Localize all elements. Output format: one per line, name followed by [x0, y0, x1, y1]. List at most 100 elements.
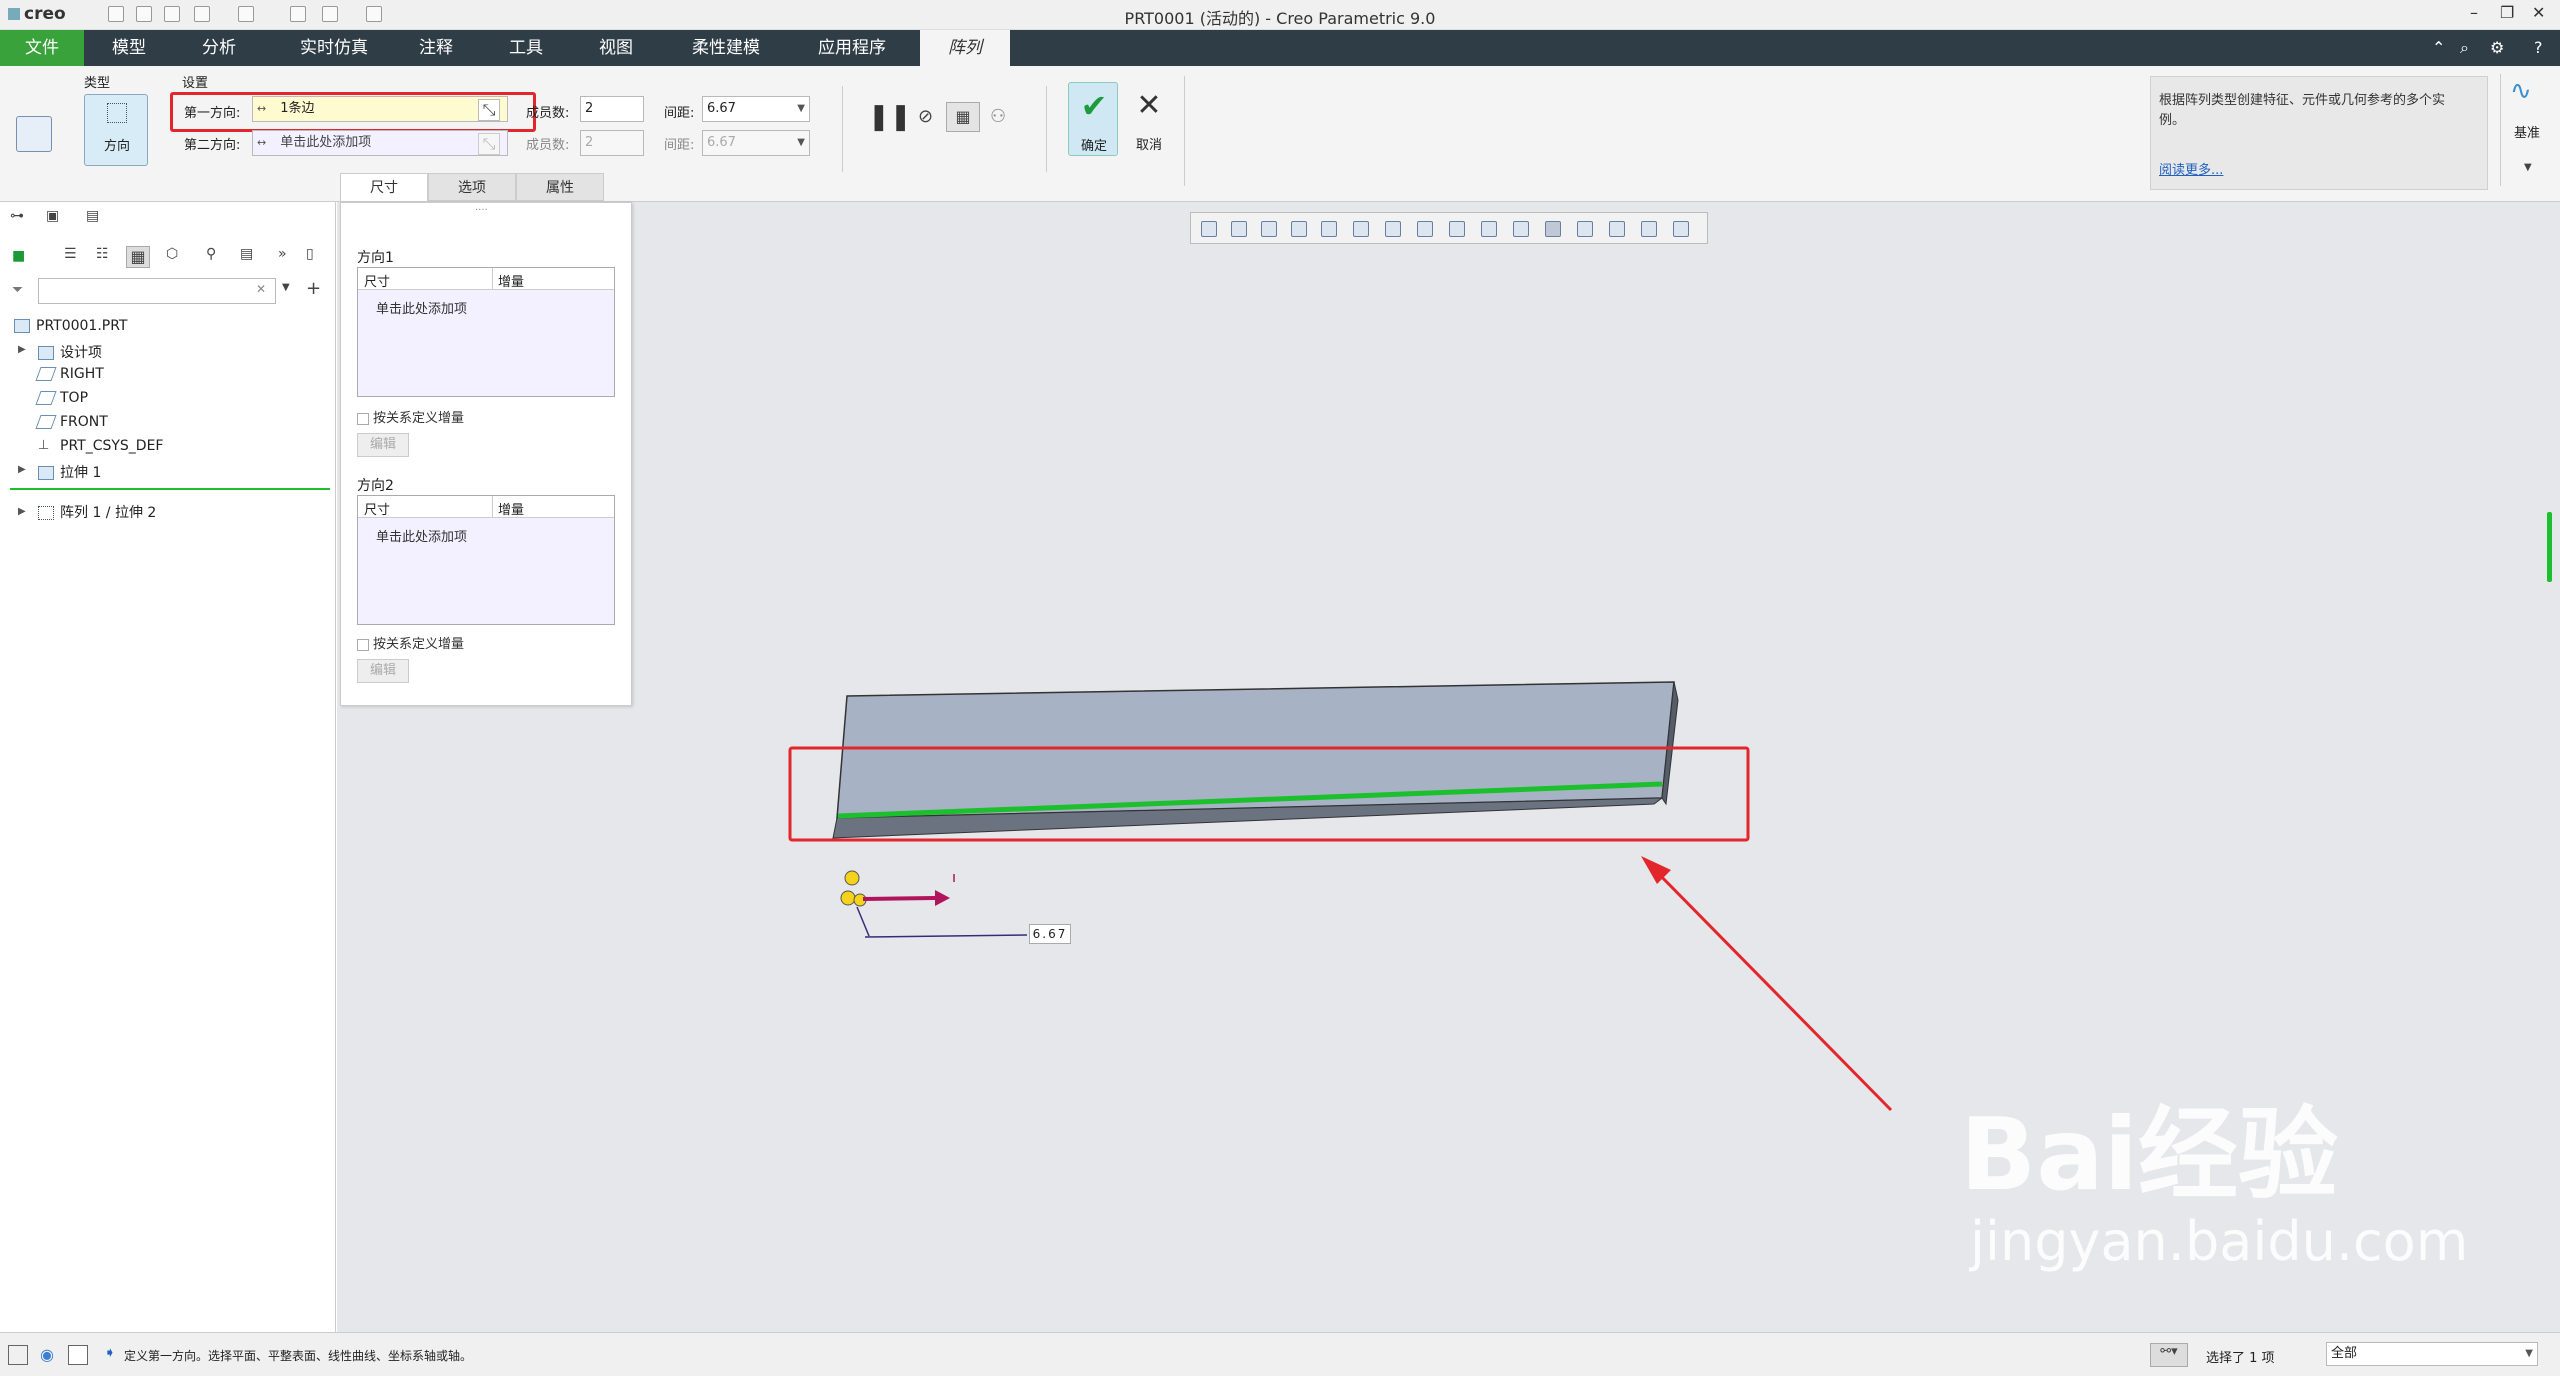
tree-root[interactable]: PRT0001.PRT: [14, 318, 128, 334]
add-item-placeholder[interactable]: 单击此处添加项: [376, 298, 467, 317]
search-icon[interactable]: ⌕: [2460, 38, 2469, 58]
pause-icon[interactable]: ❚❚: [868, 102, 912, 132]
no-preview-icon[interactable]: ⊘: [918, 106, 933, 127]
tree-item-front[interactable]: FRONT: [35, 414, 108, 430]
ok-button[interactable]: ✔ 确定: [1068, 82, 1118, 156]
read-more-link[interactable]: 阅读更多...: [2159, 159, 2223, 178]
tab-dimensions[interactable]: 尺寸: [340, 173, 428, 201]
tree-search-input[interactable]: [38, 278, 276, 304]
model-tree-link-icon[interactable]: [1577, 221, 1593, 237]
fullscreen-icon[interactable]: [68, 1345, 88, 1365]
datum-display-icon[interactable]: [1481, 221, 1497, 237]
refit-icon[interactable]: [1201, 221, 1217, 237]
cancel-button[interactable]: ✕ 取消: [1124, 82, 1174, 156]
zoom-in-icon[interactable]: [1231, 221, 1247, 237]
favorites-icon[interactable]: ▤: [86, 208, 99, 224]
dimension-value-tag[interactable]: 6.67: [1029, 924, 1071, 944]
restore-icon[interactable]: ❐: [2500, 3, 2514, 22]
direction-arrow-head[interactable]: [935, 890, 950, 906]
scrollbar-indicator[interactable]: [2547, 512, 2552, 582]
appearance-icon[interactable]: [1609, 221, 1625, 237]
filter-icon[interactable]: ⏷: [12, 282, 23, 298]
direction2-table[interactable]: 尺寸 增量 单击此处添加项: [357, 495, 615, 625]
tab-simulation[interactable]: 实时仿真: [276, 30, 392, 66]
navigator-toggle-icon[interactable]: [8, 1345, 28, 1365]
folder-browser-icon[interactable]: ▣: [46, 208, 59, 224]
search-options-icon[interactable]: ▼: [282, 282, 290, 293]
perspective-icon[interactable]: [1417, 221, 1433, 237]
edit-button-2[interactable]: 编辑: [357, 659, 409, 683]
more-icon[interactable]: »: [278, 246, 287, 262]
display-style-icon[interactable]: [1321, 221, 1337, 237]
spin-center-icon[interactable]: [1545, 221, 1561, 237]
add-item-placeholder[interactable]: 单击此处添加项: [376, 526, 467, 545]
tree-item-right[interactable]: RIGHT: [35, 366, 104, 382]
columns-icon[interactable]: ▤: [240, 246, 253, 262]
tab-view[interactable]: 视图: [580, 30, 652, 66]
glasses-preview-icon[interactable]: ⚇: [990, 106, 1006, 127]
repaint-icon[interactable]: [1291, 221, 1307, 237]
spacing1-input[interactable]: 6.67 ▼: [702, 96, 810, 122]
expand-arrow-icon[interactable]: ▶: [18, 506, 26, 517]
help-icon[interactable]: ?: [2534, 38, 2543, 57]
tab-annotate[interactable]: 注释: [400, 30, 472, 66]
clear-search-icon[interactable]: ✕: [256, 282, 266, 296]
annotation-display-icon[interactable]: [1513, 221, 1529, 237]
expand-arrow-icon[interactable]: ▶: [18, 344, 26, 355]
members2-input[interactable]: 2: [580, 130, 644, 156]
tag-icon[interactable]: ⬡: [166, 246, 178, 262]
tab-options[interactable]: 选项: [428, 173, 516, 201]
preview-feature-icon[interactable]: ▦: [946, 102, 980, 132]
tree-filter-icon[interactable]: ⚲: [206, 246, 216, 262]
part-icon[interactable]: ■: [12, 248, 25, 264]
tree-display-icon[interactable]: ☰: [64, 246, 77, 262]
datum-dropdown-icon[interactable]: ▼: [2524, 162, 2532, 173]
selection-filter[interactable]: 全部 ▼: [2326, 1342, 2538, 1366]
close-icon[interactable]: ✕: [2532, 3, 2545, 22]
type-direction-button[interactable]: 方向: [84, 94, 148, 166]
notes-icon[interactable]: ▯: [306, 246, 314, 262]
insert-here-line[interactable]: [10, 488, 330, 490]
relation-checkbox-1[interactable]: 按关系定义增量: [357, 407, 464, 426]
drag-handle-top[interactable]: [844, 870, 860, 886]
zoom-out-icon[interactable]: [1261, 221, 1277, 237]
expand-arrow-icon[interactable]: ▶: [18, 464, 26, 475]
tree-item-pattern1[interactable]: 阵列 1 / 拉伸 2: [38, 502, 156, 522]
tree-item-extrude1[interactable]: 拉伸 1: [38, 462, 101, 482]
find-icon[interactable]: ⚯▾: [2150, 1343, 2188, 1367]
tree-item-csys[interactable]: ⊥ PRT_CSYS_DEF: [38, 438, 163, 454]
tab-file[interactable]: 文件: [0, 30, 84, 66]
tree-item-design-items[interactable]: 设计项: [38, 342, 102, 362]
panel-grip[interactable]: ····: [475, 205, 488, 216]
drag-handle-left[interactable]: [840, 890, 856, 906]
minimize-icon[interactable]: –: [2470, 3, 2478, 22]
tab-applications[interactable]: 应用程序: [800, 30, 904, 66]
highlight-icon[interactable]: ▦: [126, 246, 150, 268]
expand-toolbar-icon[interactable]: [1673, 221, 1689, 237]
section-icon[interactable]: [1449, 221, 1465, 237]
dir2-collector[interactable]: ↔ 单击此处添加项: [252, 130, 508, 156]
pause-animation-icon[interactable]: [1641, 221, 1657, 237]
view-manager-icon[interactable]: [1385, 221, 1401, 237]
collapse-ribbon-icon[interactable]: ⌃: [2432, 38, 2445, 57]
saved-orientations-icon[interactable]: [1353, 221, 1369, 237]
browser-toggle-icon[interactable]: ◉: [40, 1345, 54, 1364]
relation-checkbox-2[interactable]: 按关系定义增量: [357, 633, 464, 652]
direction1-table[interactable]: 尺寸 增量 单击此处添加项: [357, 267, 615, 397]
edit-button-1[interactable]: 编辑: [357, 433, 409, 457]
model-tree-tab-icon[interactable]: ⊶: [10, 208, 24, 224]
tab-properties[interactable]: 属性: [516, 173, 604, 201]
datum-curve-icon[interactable]: ∿: [2510, 76, 2532, 106]
tab-analysis[interactable]: 分析: [178, 30, 260, 66]
flip-direction2-icon[interactable]: ⤡: [478, 133, 500, 155]
add-column-icon[interactable]: +: [306, 278, 321, 299]
tab-tools[interactable]: 工具: [490, 30, 562, 66]
tree-item-top[interactable]: TOP: [35, 390, 88, 406]
spacing2-input[interactable]: 6.67 ▼: [702, 130, 810, 156]
tab-pattern[interactable]: 阵列: [920, 30, 1010, 66]
settings-icon[interactable]: ⚙: [2490, 38, 2504, 57]
layer-icon[interactable]: ☷: [96, 246, 109, 262]
members1-input[interactable]: 2: [580, 96, 644, 122]
tab-model[interactable]: 模型: [90, 30, 168, 66]
tab-flexible-modeling[interactable]: 柔性建模: [670, 30, 782, 66]
